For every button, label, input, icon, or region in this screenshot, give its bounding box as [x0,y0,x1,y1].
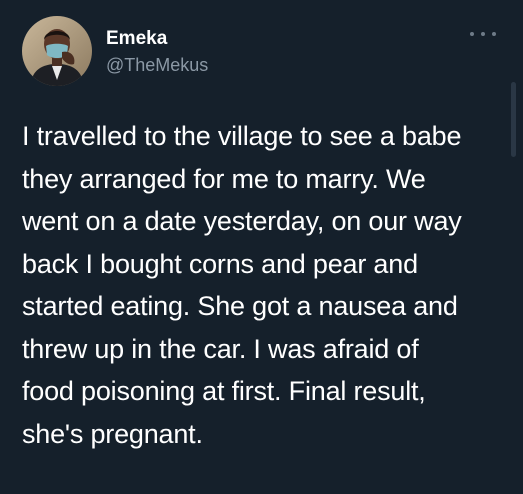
tweet-text-line: started eating. She got a nausea and [22,291,458,321]
author-display-name[interactable]: Emeka [106,27,208,51]
more-dot-icon [470,32,474,36]
tweet-header: Emeka @TheMekus [22,16,208,86]
tweet-text-line: went on a date yesterday, on our way [22,206,462,236]
scrollbar-thumb[interactable] [511,82,516,157]
tweet-card: Emeka @TheMekus I travelled to the villa… [0,0,523,494]
tweet-text-line: food poisoning at first. Final result, [22,376,426,406]
tweet-text: I travelled to the village to see a babe… [22,115,507,455]
more-options-button[interactable] [470,28,496,40]
tweet-text-line: they arranged for me to marry. We [22,163,426,194]
more-dot-icon [481,32,485,36]
tweet-text-line: I travelled to the village to see a babe [22,121,462,151]
tweet-text-line: she's pregnant. [22,418,203,449]
more-dot-icon [492,32,496,36]
author-handle[interactable]: @TheMekus [106,53,208,77]
tweet-text-line: back I bought corns and pear and [22,248,418,279]
profile-photo-icon [22,16,92,86]
tweet-text-line: threw up in the car. I was afraid of [22,333,419,364]
author-names: Emeka @TheMekus [106,25,208,77]
avatar[interactable] [22,16,92,86]
